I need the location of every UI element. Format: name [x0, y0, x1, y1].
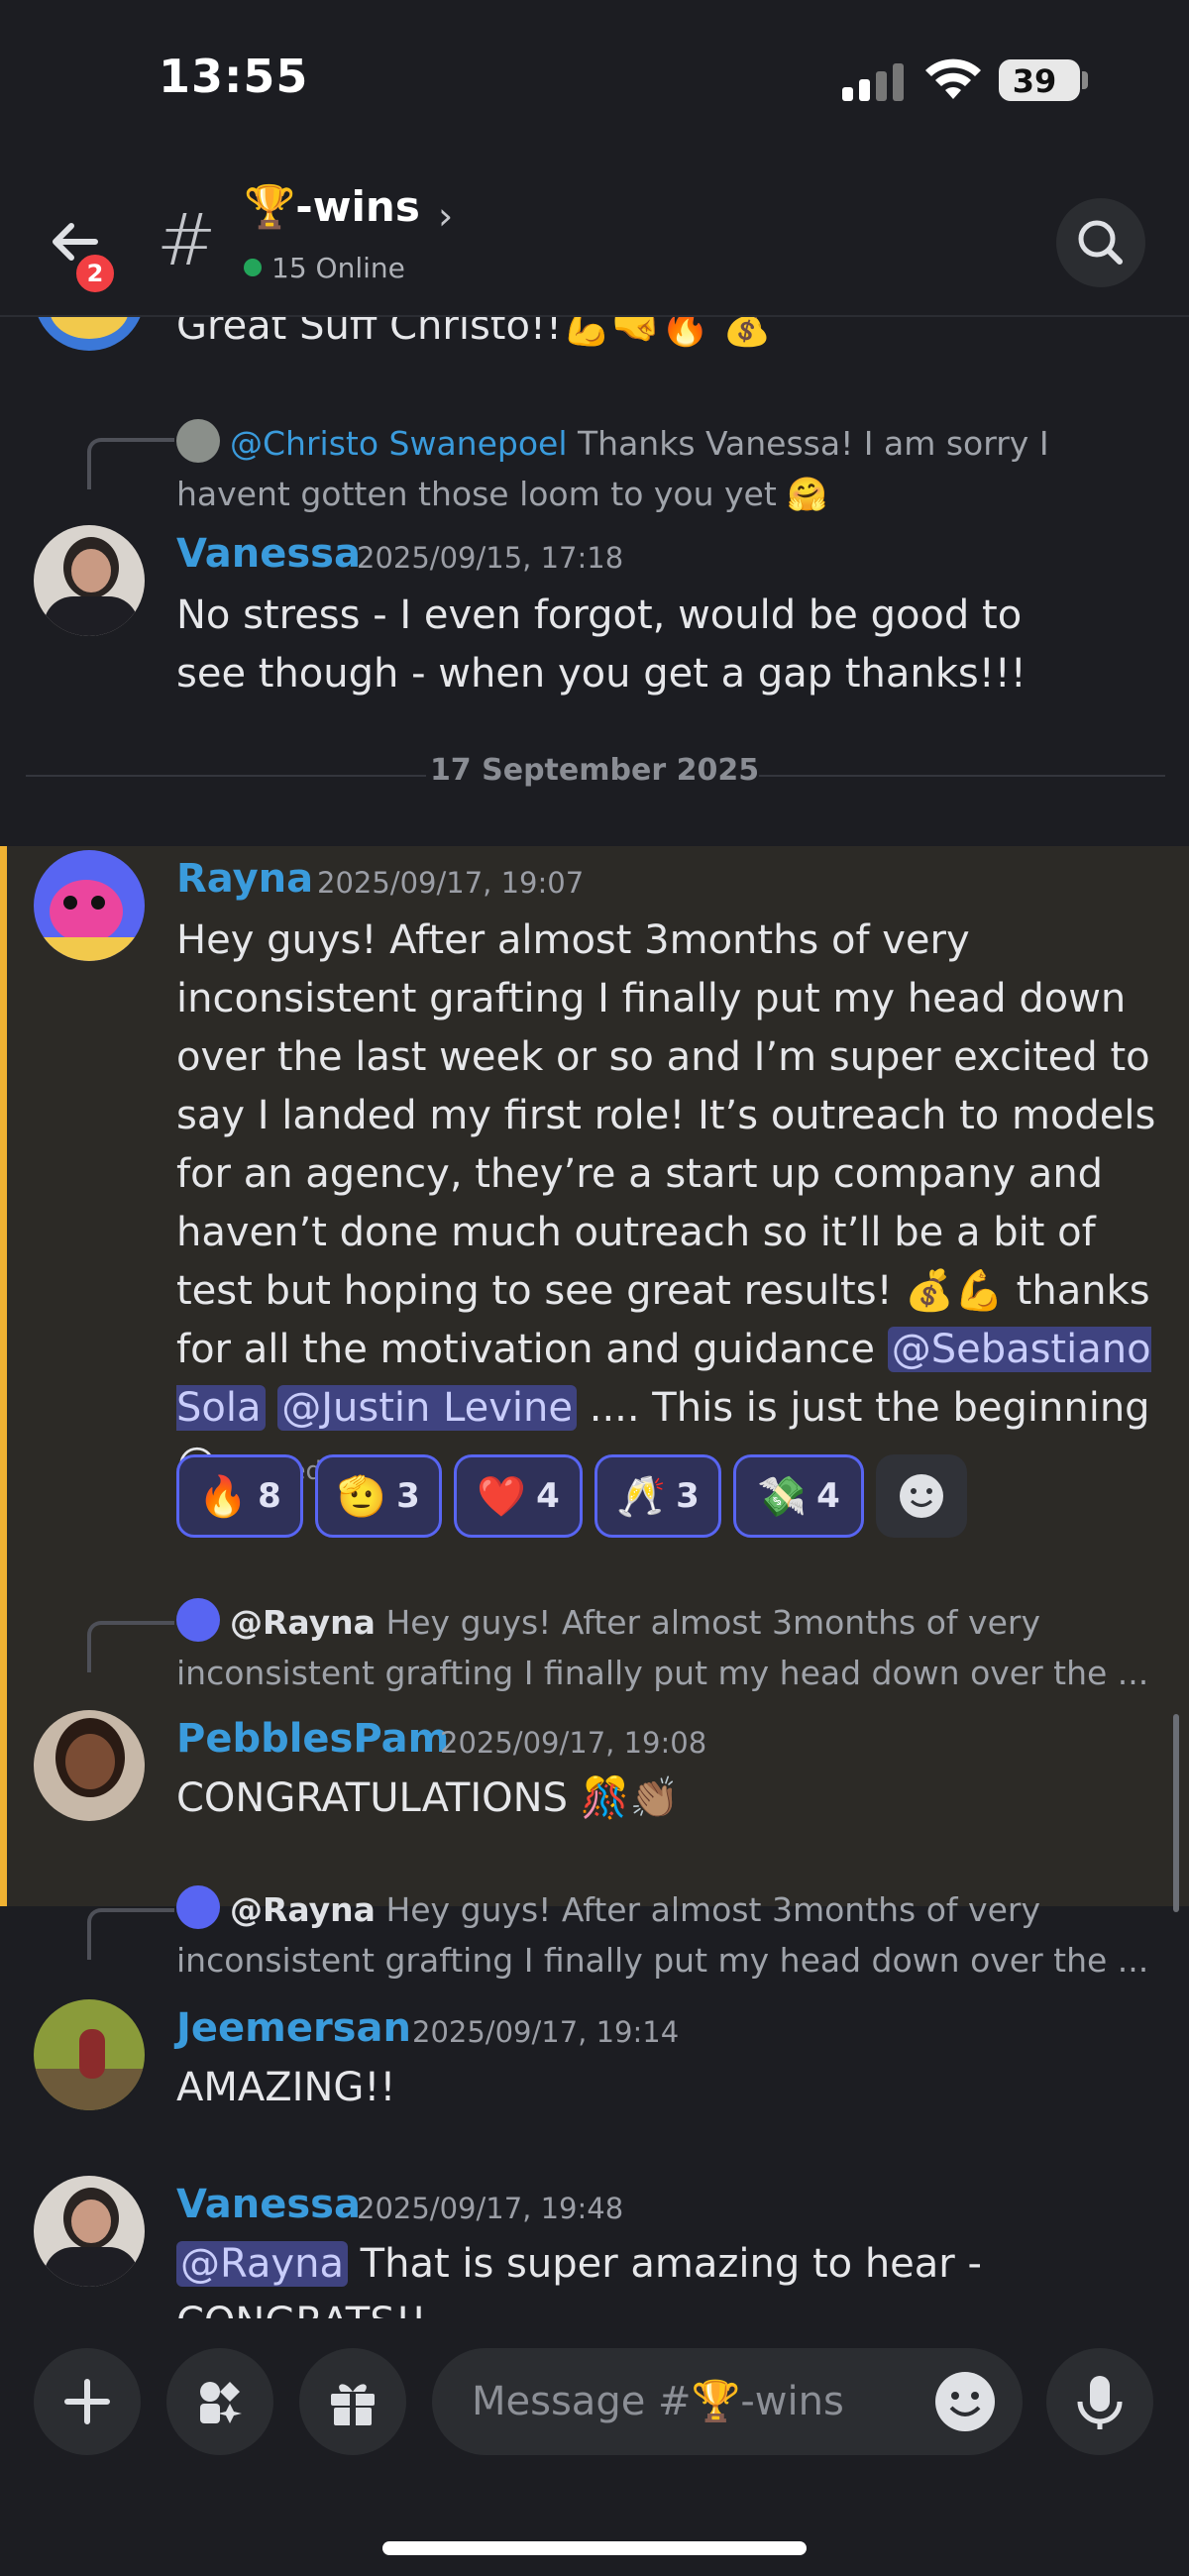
status-time: 13:55 — [159, 50, 309, 103]
chevron-right-icon[interactable]: › — [438, 194, 453, 238]
notification-badge: 2 — [71, 250, 119, 297]
gift-button[interactable] — [299, 2348, 406, 2455]
date-divider-line — [759, 775, 1165, 777]
search-button[interactable] — [1056, 198, 1145, 287]
cheers-icon: 🥂 — [616, 1473, 667, 1520]
message-body: Hey guys! After almost 3months of very i… — [176, 917, 1156, 1372]
apps-button[interactable] — [166, 2348, 273, 2455]
channel-name[interactable]: 🏆-wins — [244, 182, 420, 232]
hash-icon: # — [157, 198, 217, 281]
reply-connector — [87, 1621, 174, 1672]
reply-author: @Rayna — [230, 1603, 376, 1642]
reply-connector — [87, 1908, 174, 1960]
heart-icon: ❤️ — [477, 1473, 527, 1520]
message-text: No stress - I even forgot, would be good… — [176, 592, 1027, 697]
gift-icon — [331, 2384, 375, 2425]
battery-icon: 39 — [999, 59, 1080, 101]
reaction-cheers[interactable]: 🥂 3 — [594, 1454, 721, 1538]
avatar[interactable] — [34, 850, 145, 961]
message-text: Hey guys! After almost 3months of very i… — [176, 912, 1167, 1501]
message-composer: Message #🏆-wins — [0, 2318, 1189, 2576]
reply-author: @Christo Swanepoel — [230, 424, 568, 463]
reply-avatar — [176, 1598, 220, 1642]
avatar[interactable] — [34, 1999, 145, 2110]
username[interactable]: Jeemersan — [176, 2005, 411, 2051]
reaction-heart[interactable]: ❤️ 4 — [454, 1454, 583, 1538]
salute-icon: 🫡 — [337, 1473, 387, 1520]
avatar[interactable] — [34, 2176, 145, 2287]
reaction-count: 3 — [396, 1476, 420, 1516]
smiley-icon — [935, 2372, 995, 2431]
add-reaction-button[interactable] — [876, 1454, 967, 1538]
mention[interactable]: @Rayna — [176, 2241, 348, 2287]
mention[interactable]: @Justin Levine — [277, 1385, 578, 1431]
reaction-money[interactable]: 💸 4 — [733, 1454, 864, 1538]
avatar[interactable] — [34, 1710, 145, 1821]
message-list[interactable]: Great Suff Christo!!💪🤜🔥 💰 @Christo Swane… — [0, 317, 1189, 2318]
channel-header: 2 # 🏆-wins › 15 Online — [0, 159, 1189, 317]
fire-icon: 🔥 — [198, 1473, 249, 1520]
timestamp: 2025/09/17, 19:08 — [440, 1726, 707, 1760]
message-text: Great Suff Christo!!💪🤜🔥 💰 — [176, 317, 772, 349]
voice-message-button[interactable] — [1046, 2348, 1153, 2455]
reaction-count: 3 — [676, 1476, 700, 1516]
message-text: AMAZING!! — [176, 2065, 396, 2110]
reply-preview[interactable]: @Rayna Hey guys! After almost 3months of… — [176, 1884, 1167, 1986]
message-text: @Rayna That is super amazing to hear - C… — [176, 2235, 1068, 2318]
reply-preview[interactable]: @Rayna Hey guys! After almost 3months of… — [176, 1597, 1167, 1698]
reply-author: @Rayna — [230, 1890, 376, 1929]
wifi-icon — [925, 58, 981, 99]
reaction-fire[interactable]: 🔥 8 — [176, 1454, 303, 1538]
scrollbar[interactable] — [1173, 1714, 1179, 1912]
date-divider: 17 September 2025 — [429, 753, 760, 788]
home-indicator[interactable] — [382, 2541, 807, 2555]
search-icon — [1078, 220, 1123, 265]
reply-preview[interactable]: @Christo Swanepoel Thanks Vanessa! I am … — [176, 418, 1167, 519]
add-attachment-button[interactable] — [34, 2348, 141, 2455]
reaction-salute[interactable]: 🫡 3 — [315, 1454, 442, 1538]
username[interactable]: Rayna — [176, 856, 313, 902]
username[interactable]: Vanessa — [176, 2182, 361, 2227]
reaction-count: 8 — [258, 1476, 281, 1516]
reaction-count: 4 — [536, 1476, 560, 1516]
timestamp: 2025/09/17, 19:07 — [317, 866, 585, 900]
username[interactable]: PebblesPam — [176, 1716, 449, 1762]
battery-cap — [1082, 71, 1088, 89]
message-text: CONGRATULATIONS 🎊👏🏽 — [176, 1775, 680, 1821]
timestamp: 2025/09/17, 19:48 — [357, 2192, 624, 2225]
battery-level: 39 — [1012, 62, 1057, 100]
cellular-signal-icon — [842, 61, 906, 101]
online-label: 15 Online — [271, 252, 405, 284]
online-count: 15 Online — [244, 252, 405, 284]
timestamp: 2025/09/17, 19:14 — [412, 2015, 680, 2049]
avatar[interactable] — [34, 525, 145, 636]
username[interactable]: Vanessa — [176, 531, 361, 577]
reply-connector — [87, 438, 174, 489]
plus-icon — [64, 2379, 110, 2424]
emoji-button[interactable] — [921, 2358, 1009, 2445]
status-bar: 13:55 39 — [0, 0, 1189, 159]
apps-icon — [200, 2382, 242, 2423]
smiley-icon — [900, 1474, 943, 1518]
reply-avatar — [176, 1885, 220, 1929]
avatar[interactable] — [34, 317, 145, 351]
microphone-icon — [1077, 2376, 1123, 2429]
timestamp: 2025/09/15, 17:18 — [357, 541, 624, 575]
reply-avatar — [176, 419, 220, 463]
money-icon: 💸 — [757, 1473, 808, 1520]
online-dot-icon — [244, 259, 262, 276]
reaction-count: 4 — [816, 1476, 840, 1516]
